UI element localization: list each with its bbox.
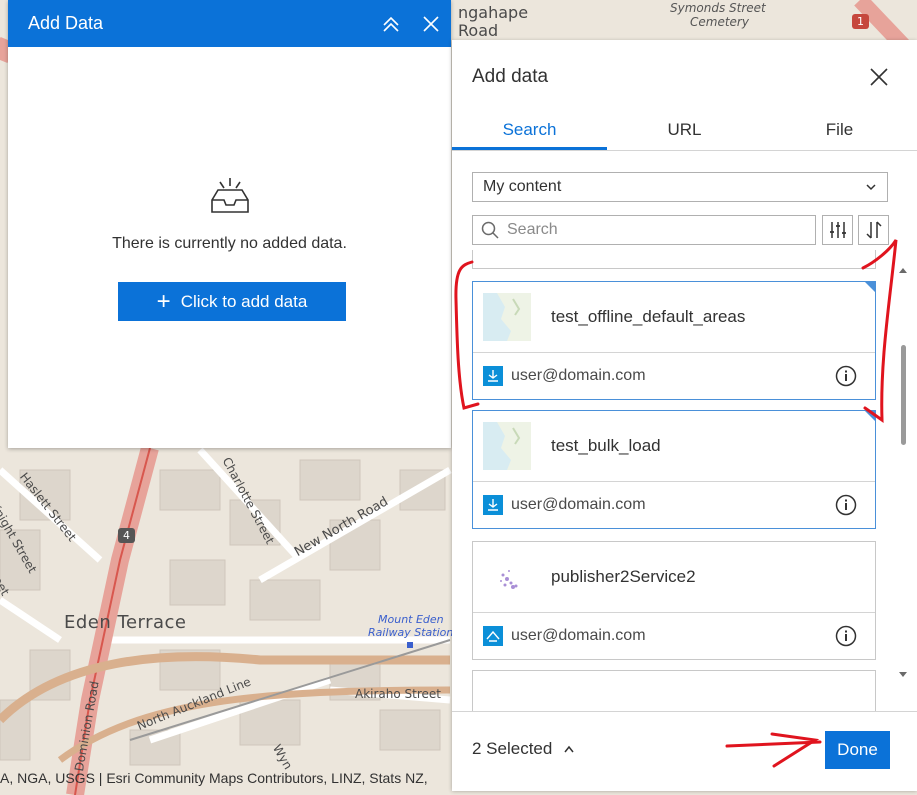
map-attribution: A, NGA, USGS | Esri Community Maps Contr… [0, 770, 428, 786]
list-item[interactable]: test_bulk_load user@domain.com [472, 410, 876, 529]
highway-shield-1: 1 [852, 14, 869, 29]
empty-inbox-icon [210, 178, 249, 213]
selected-corner-marker [864, 281, 876, 293]
done-button[interactable]: Done [825, 731, 890, 769]
info-icon[interactable] [835, 494, 857, 516]
results-list[interactable]: test_offline_default_areas user@domain.c… [452, 250, 917, 720]
filter-button[interactable] [822, 215, 853, 245]
tab-url[interactable]: URL [607, 112, 762, 150]
search-input[interactable] [505, 220, 809, 240]
add-data-widget-panel: Add Data There is currently no added dat… [8, 0, 451, 448]
chevron-up-icon [564, 745, 574, 753]
plus-icon: + [156, 287, 171, 315]
filter-sliders-icon [829, 222, 846, 238]
highway-shield-4: 4 [118, 528, 135, 543]
map-label-road: Road [458, 21, 499, 40]
map-item-type-icon [483, 366, 503, 386]
item-thumbnail [483, 293, 531, 341]
map-label-akiraho: Akiraho Street [355, 687, 442, 701]
dialog-title: Add data [472, 66, 549, 87]
add-data-widget-title: Add Data [28, 13, 104, 33]
click-to-add-data-button[interactable]: + Click to add data [118, 282, 346, 321]
search-box [472, 215, 816, 245]
map-label-cemetery-2: Cemetery [690, 15, 749, 29]
item-owner: user@domain.com [511, 496, 646, 513]
close-icon [423, 15, 439, 32]
close-panel-button[interactable] [411, 0, 451, 47]
close-icon[interactable] [867, 65, 891, 89]
item-name: test_offline_default_areas [551, 307, 746, 326]
dialog-footer: 2 Selected Done [452, 711, 917, 791]
feature-layer-type-icon [483, 626, 503, 646]
collapse-panel-button[interactable] [371, 0, 411, 47]
item-thumbnail [483, 553, 531, 601]
map-label-railway-station: Railway Station [368, 626, 454, 639]
item-name: publisher2Service2 [551, 567, 696, 586]
chevron-down-icon [866, 184, 876, 191]
empty-state: There is currently no added data. [8, 176, 451, 253]
content-source-select[interactable]: My content [472, 172, 888, 202]
item-owner: user@domain.com [511, 627, 646, 644]
selected-count-label: 2 Selected [472, 739, 553, 758]
collapse-icon [383, 16, 399, 32]
content-source-value: My content [483, 178, 562, 195]
map-label-eden-terrace: Eden Terrace [64, 612, 187, 633]
scroll-thumb[interactable] [901, 345, 906, 445]
search-icon [481, 221, 499, 239]
selected-corner-marker [864, 410, 876, 422]
item-name: test_bulk_load [551, 436, 661, 455]
empty-state-text: There is currently no added data. [112, 235, 347, 252]
results-scrollbar[interactable] [896, 265, 910, 680]
info-icon[interactable] [835, 625, 857, 647]
source-tabs: Search URL File [452, 112, 917, 151]
add-data-dialog: Add data Search URL File My content Sear… [452, 40, 917, 791]
sort-button[interactable] [858, 215, 889, 245]
map-label-cemetery: Symonds Street [670, 1, 766, 15]
sort-icon [865, 221, 882, 239]
tab-search[interactable]: Search [452, 112, 607, 150]
list-item-partial [472, 250, 876, 269]
tab-file[interactable]: File [762, 112, 917, 150]
add-data-widget-header: Add Data [8, 0, 451, 47]
info-icon[interactable] [835, 365, 857, 387]
selected-count-toggle[interactable]: 2 Selected [472, 739, 575, 759]
scroll-up-icon[interactable] [896, 265, 910, 275]
list-item[interactable]: test_offline_default_areas user@domain.c… [472, 281, 876, 400]
item-thumbnail [483, 422, 531, 470]
item-owner: user@domain.com [511, 367, 646, 384]
map-label-karangahape: ngahape [458, 3, 529, 22]
map-label-mount-eden: Mount Eden [378, 613, 444, 626]
list-item[interactable]: publisher2Service2 user@domain.com [472, 541, 876, 660]
click-to-add-data-label: Click to add data [180, 291, 308, 311]
map-item-type-icon [483, 495, 503, 515]
scroll-down-icon[interactable] [896, 670, 910, 680]
